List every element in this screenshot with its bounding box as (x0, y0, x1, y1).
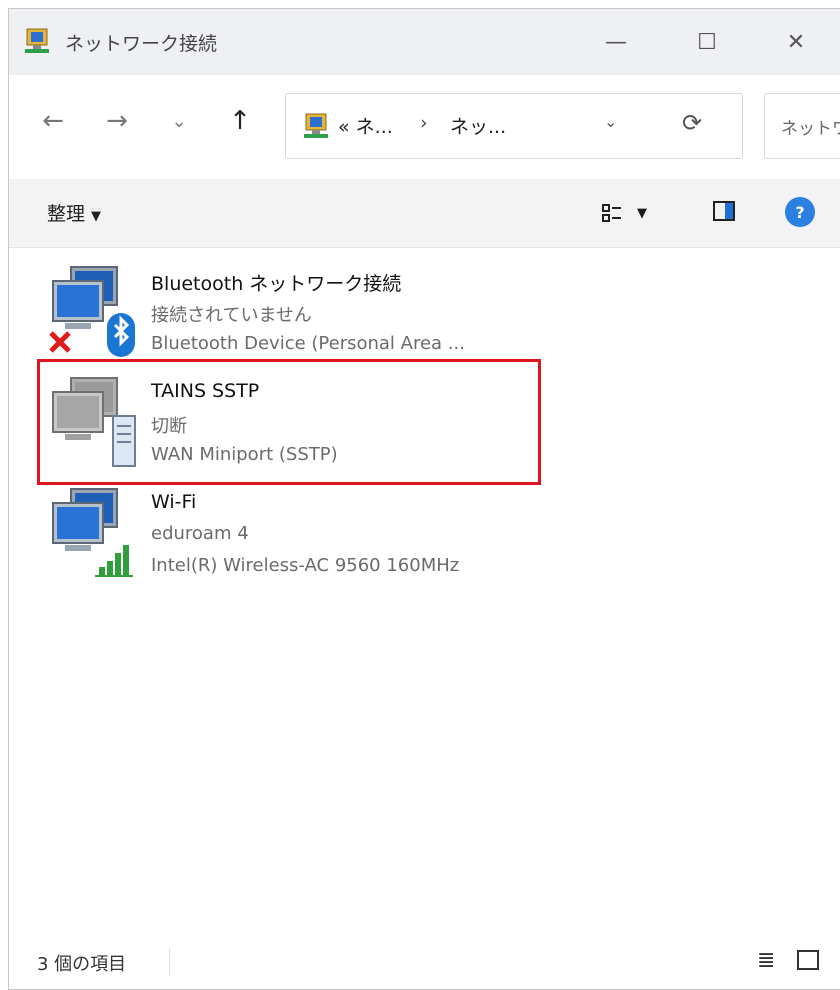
address-dropdown-button[interactable]: ⌄ (604, 112, 617, 131)
navigation-bar: ← → ⌄ ↑ « ネ... › ネッ... ⌄ ⟳ ネットワ (9, 75, 840, 179)
status-bar: 3 個の項目 ≣ (9, 938, 840, 989)
connection-device: Intel(R) Wireless-AC 9560 160MHz (151, 555, 460, 576)
view-list-icon (602, 204, 621, 222)
close-button[interactable]: ✕ (771, 19, 821, 65)
connections-list: Bluetooth ネットワーク接続 接続されていません Bluetooth D… (9, 248, 840, 938)
search-placeholder: ネットワ (781, 119, 840, 139)
breadcrumb-item[interactable]: ネッ... (450, 112, 506, 139)
chevron-down-icon: ▼ (637, 205, 647, 221)
list-item-wifi[interactable]: Wi-Fi eduroam 4 Intel(R) Wireless-AC 956… (37, 479, 557, 597)
maximize-button[interactable]: ☐ (682, 19, 732, 65)
network-folder-icon (304, 113, 328, 138)
details-view-button[interactable]: ≣ (757, 948, 775, 973)
back-button[interactable]: ← (33, 101, 73, 141)
wifi-network-icon (52, 488, 133, 577)
refresh-button[interactable]: ⟳ (682, 109, 702, 137)
explorer-window: ネットワーク接続 — ☐ ✕ ← → ⌄ ↑ « ネ... › ネッ... ⌄ … (8, 8, 840, 990)
address-bar[interactable]: « ネ... › ネッ... ⌄ ⟳ (285, 93, 743, 159)
status-divider (169, 948, 170, 976)
bluetooth-network-icon (49, 266, 135, 357)
recent-locations-button[interactable]: ⌄ (159, 101, 199, 141)
connection-status: eduroam 4 (151, 523, 249, 544)
list-item-bluetooth[interactable]: Bluetooth ネットワーク接続 接続されていません Bluetooth D… (37, 257, 557, 375)
command-bar: 整理 ▼ ▼ ? (9, 179, 840, 248)
chevron-down-icon: ▼ (91, 209, 102, 224)
breadcrumb-separator[interactable]: › (420, 112, 428, 134)
search-input[interactable]: ネットワ (764, 93, 840, 159)
title-bar: ネットワーク接続 — ☐ ✕ (9, 9, 840, 75)
window-title: ネットワーク接続 (65, 33, 218, 55)
network-folder-icon (25, 28, 49, 53)
minimize-button[interactable]: — (591, 19, 641, 65)
breadcrumb-item[interactable]: « ネ... (338, 112, 393, 139)
connection-status: 接続されていません (151, 305, 312, 326)
large-icons-view-button[interactable] (797, 950, 819, 970)
help-button[interactable]: ? (785, 197, 815, 227)
forward-button[interactable]: → (97, 101, 137, 141)
organize-label: 整理 (47, 203, 86, 225)
preview-pane-button[interactable] (713, 201, 735, 221)
view-options-button[interactable]: ▼ (601, 199, 671, 227)
item-count: 3 個の項目 (37, 954, 127, 975)
selection-highlight-box (37, 359, 541, 485)
organize-button[interactable]: 整理 ▼ (47, 199, 101, 226)
connection-name: Bluetooth ネットワーク接続 (151, 273, 402, 295)
up-button[interactable]: ↑ (220, 101, 260, 141)
connection-name: Wi-Fi (151, 491, 197, 513)
connection-device: Bluetooth Device (Personal Area ... (151, 333, 465, 354)
